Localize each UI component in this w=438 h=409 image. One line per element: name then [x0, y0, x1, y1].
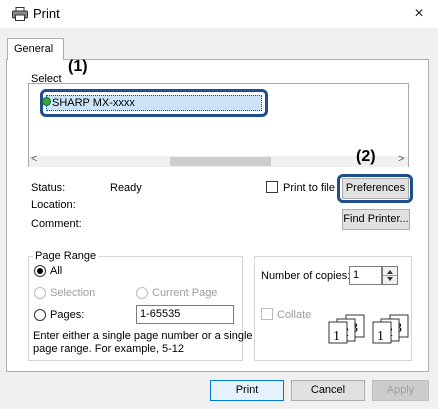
selection-radio[interactable]	[34, 287, 46, 299]
copies-label: Number of copies:	[261, 270, 351, 282]
printer-icon	[12, 7, 28, 21]
collate-page-1b: 1	[377, 329, 384, 344]
print-button[interactable]: Print	[210, 380, 284, 401]
window-title: Print	[33, 6, 60, 21]
scroll-left-icon[interactable]: <	[31, 153, 37, 165]
spinner-arrows-icon[interactable]	[382, 266, 398, 285]
current-page-label: Current Page	[152, 287, 218, 299]
page-range-title: Page Range	[33, 250, 99, 262]
page-range-hint-2: page range. For example, 5-12	[33, 343, 185, 355]
pages-label: Pages:	[50, 309, 85, 321]
print-to-file-label: Print to file	[283, 182, 335, 194]
scrollbar-thumb[interactable]	[170, 157, 271, 166]
all-label: All	[50, 265, 63, 277]
annotation-1: (1)	[68, 58, 88, 75]
current-page-radio[interactable]	[136, 287, 148, 299]
printer-item-label[interactable]: SHARP MX-xxxx	[52, 97, 135, 109]
scroll-right-icon[interactable]: >	[398, 153, 404, 165]
collate-label: Collate	[277, 309, 312, 321]
collate-pages-set-1: 3 2 1	[328, 314, 365, 344]
pages-input[interactable]: 1-65535	[136, 305, 234, 324]
location-label: Location:	[31, 199, 76, 211]
all-radio[interactable]	[34, 265, 46, 277]
preferences-button[interactable]: Preferences	[342, 178, 409, 199]
status-value: Ready	[110, 182, 142, 194]
comment-label: Comment:	[31, 218, 82, 230]
cancel-button[interactable]: Cancel	[291, 380, 365, 401]
copies-input[interactable]: 1	[349, 266, 382, 285]
printer-status-icon	[42, 97, 51, 106]
page-range-hint-1: Enter either a single page number or a s…	[33, 330, 253, 342]
pages-radio[interactable]	[34, 309, 46, 321]
close-icon[interactable]: ×	[408, 3, 430, 25]
apply-button[interactable]: Apply	[372, 380, 429, 401]
collate-checkbox[interactable]	[261, 308, 273, 320]
collate-pages-set-2: 3 2 1	[372, 314, 409, 344]
title-bar: Print ×	[0, 0, 438, 28]
print-to-file-checkbox[interactable]	[266, 181, 278, 193]
selection-label: Selection	[50, 287, 96, 299]
annotation-2: (2)	[356, 148, 376, 165]
find-printer-button[interactable]: Find Printer...	[342, 209, 410, 230]
status-label: Status:	[31, 182, 66, 194]
collate-page-1a: 1	[333, 329, 340, 344]
tab-general[interactable]: General	[7, 38, 64, 60]
